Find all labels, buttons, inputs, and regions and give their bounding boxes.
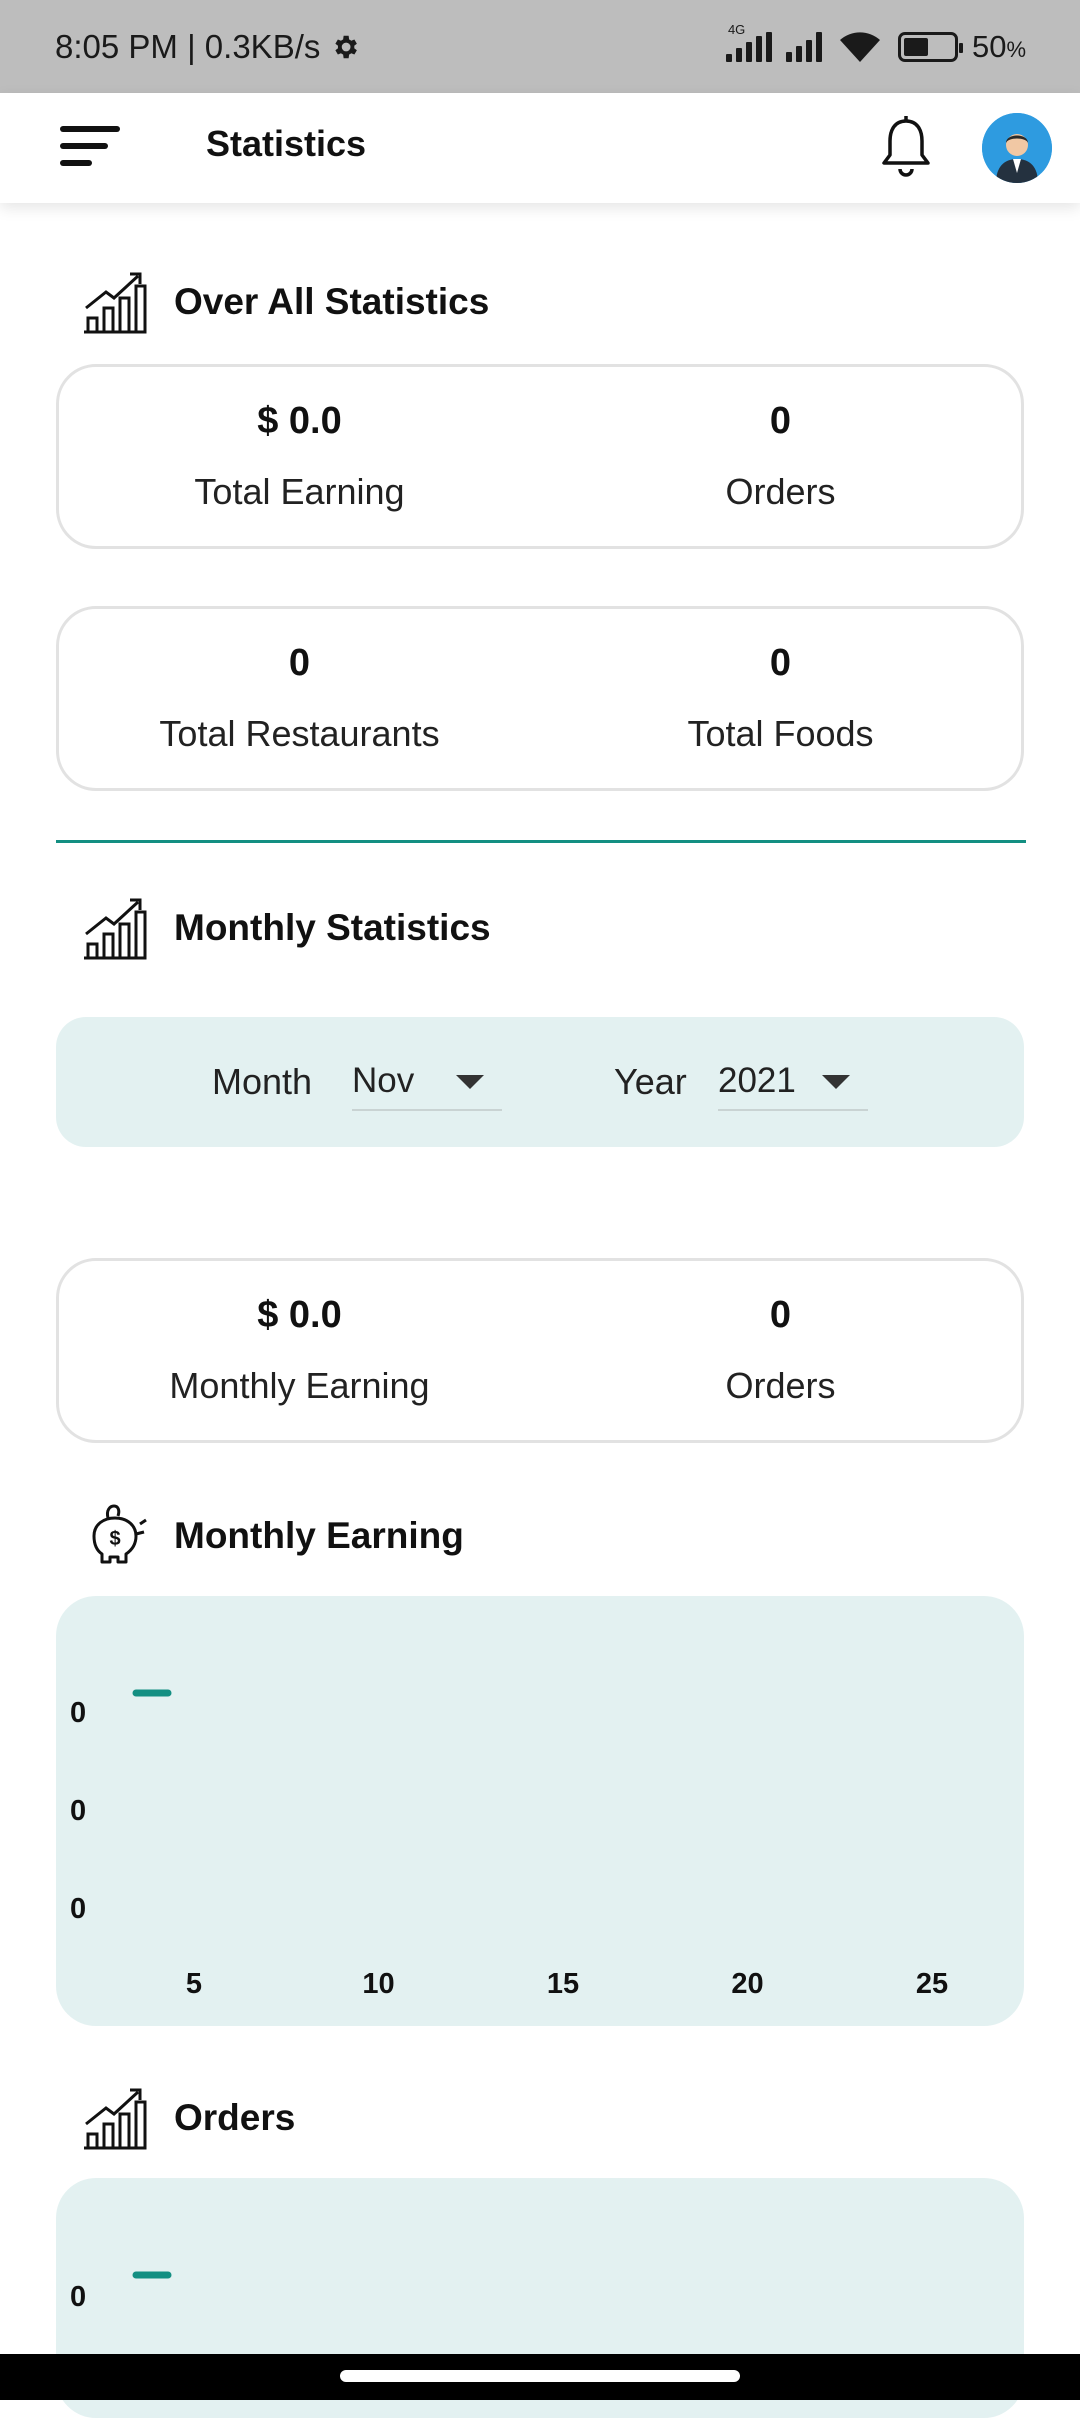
monthly-earning-stat: $ 0.0 Monthly Earning xyxy=(59,1261,540,1440)
home-gesture-handle[interactable] xyxy=(340,2370,740,2382)
overall-earning-card: $ 0.0 Total Earning 0 Orders xyxy=(56,364,1024,549)
cellular-signal-icon xyxy=(785,31,822,62)
month-dropdown[interactable]: Nov xyxy=(352,1051,502,1111)
total-earning-stat: $ 0.0 Total Earning xyxy=(59,367,540,546)
y-tick-label: 0 xyxy=(70,1893,86,1925)
growth-chart-icon xyxy=(84,272,147,334)
monthly-summary-card: $ 0.0 Monthly Earning 0 Orders xyxy=(56,1258,1024,1443)
page-title: Statistics xyxy=(206,123,367,164)
user-avatar-icon xyxy=(982,113,1052,183)
earning-chart-title: Monthly Earning xyxy=(174,1515,464,1556)
total-restaurants-label: Total Restaurants xyxy=(159,713,440,754)
month-value: Nov xyxy=(352,1061,415,1100)
chart-svg: 0 0 0 5 10 15 20 25 xyxy=(70,1689,948,2000)
chevron-down-icon xyxy=(456,1075,484,1089)
overall-section-title: Over All Statistics xyxy=(174,281,490,322)
growth-chart-icon xyxy=(84,898,147,960)
overall-section-header: Over All Statistics xyxy=(80,266,489,338)
battery-percent: 50% xyxy=(972,29,1026,65)
growth-chart-icon xyxy=(84,2088,147,2150)
battery-fill xyxy=(903,37,928,56)
year-label: Year xyxy=(614,1061,687,1102)
menu-icon[interactable] xyxy=(60,126,122,170)
status-bar: 8:05 PM | 0.3KB/s 4G 50% xyxy=(0,0,1080,93)
monthly-orders-label: Orders xyxy=(725,1365,836,1406)
y-tick-label: 0 xyxy=(70,2281,86,2313)
overall-counts-card: 0 Total Restaurants 0 Total Foods xyxy=(56,606,1024,791)
x-tick-label: 25 xyxy=(916,1968,948,2000)
section-divider xyxy=(56,840,1026,843)
chevron-down-icon xyxy=(822,1075,850,1089)
x-tick-label: 20 xyxy=(731,1968,763,2000)
network-tag: 4G xyxy=(727,21,746,37)
year-dropdown[interactable]: 2021 xyxy=(718,1051,868,1111)
cellular-signal-4g-icon: 4G xyxy=(725,22,772,62)
orders-chart-title: Orders xyxy=(174,2097,296,2138)
x-tick-label: 10 xyxy=(362,1968,394,2000)
monthly-section-title: Monthly Statistics xyxy=(174,907,491,948)
monthly-orders-value: 0 xyxy=(769,1294,792,1336)
total-earning-label: Total Earning xyxy=(194,471,405,512)
svg-text:$: $ xyxy=(109,1528,120,1550)
monthly-orders-stat: 0 Orders xyxy=(540,1261,1021,1440)
app-bar: Statistics xyxy=(0,93,1080,203)
year-value: 2021 xyxy=(718,1061,796,1100)
monthly-earning-value: $ 0.0 xyxy=(257,1294,342,1336)
status-left: 8:05 PM | 0.3KB/s xyxy=(55,28,360,66)
avatar[interactable] xyxy=(982,113,1052,183)
y-tick-label: 0 xyxy=(70,1795,86,1827)
total-foods-stat: 0 Total Foods xyxy=(540,609,1021,788)
x-tick-label: 15 xyxy=(547,1968,579,2000)
earning-chart-header: $ Monthly Earning xyxy=(80,1500,464,1572)
notification-bell-icon[interactable] xyxy=(878,115,934,181)
orders-chart-header: Orders xyxy=(80,2082,295,2154)
monthly-earning-label: Monthly Earning xyxy=(169,1365,430,1406)
x-tick-label: 5 xyxy=(186,1968,202,2000)
total-foods-value: 0 xyxy=(769,642,792,684)
monthly-section-header: Monthly Statistics xyxy=(80,892,491,964)
piggy-bank-icon: $ xyxy=(92,1504,147,1564)
month-year-filter: Month Nov Year 2021 xyxy=(56,1017,1024,1147)
total-foods-label: Total Foods xyxy=(687,713,874,754)
status-right: 4G 50% xyxy=(725,22,1026,65)
total-earning-value: $ 0.0 xyxy=(257,400,342,442)
battery-percent-unit: % xyxy=(1006,36,1026,62)
total-orders-label: Orders xyxy=(725,471,836,512)
total-orders-stat: 0 Orders xyxy=(540,367,1021,546)
y-tick-label: 0 xyxy=(70,1697,86,1729)
total-restaurants-value: 0 xyxy=(288,642,311,684)
battery-icon xyxy=(897,31,963,62)
monthly-earning-chart: 0 0 0 5 10 15 20 25 xyxy=(56,1596,1024,2026)
total-restaurants-stat: 0 Total Restaurants xyxy=(59,609,540,788)
battery-percent-value: 50 xyxy=(971,28,1007,64)
total-orders-value: 0 xyxy=(769,400,792,442)
settings-gear-icon xyxy=(335,35,358,58)
status-time-speed: 8:05 PM | 0.3KB/s xyxy=(55,27,321,65)
month-label: Month xyxy=(212,1061,313,1102)
system-nav-bar xyxy=(0,2354,1080,2400)
wifi-icon xyxy=(839,31,880,62)
